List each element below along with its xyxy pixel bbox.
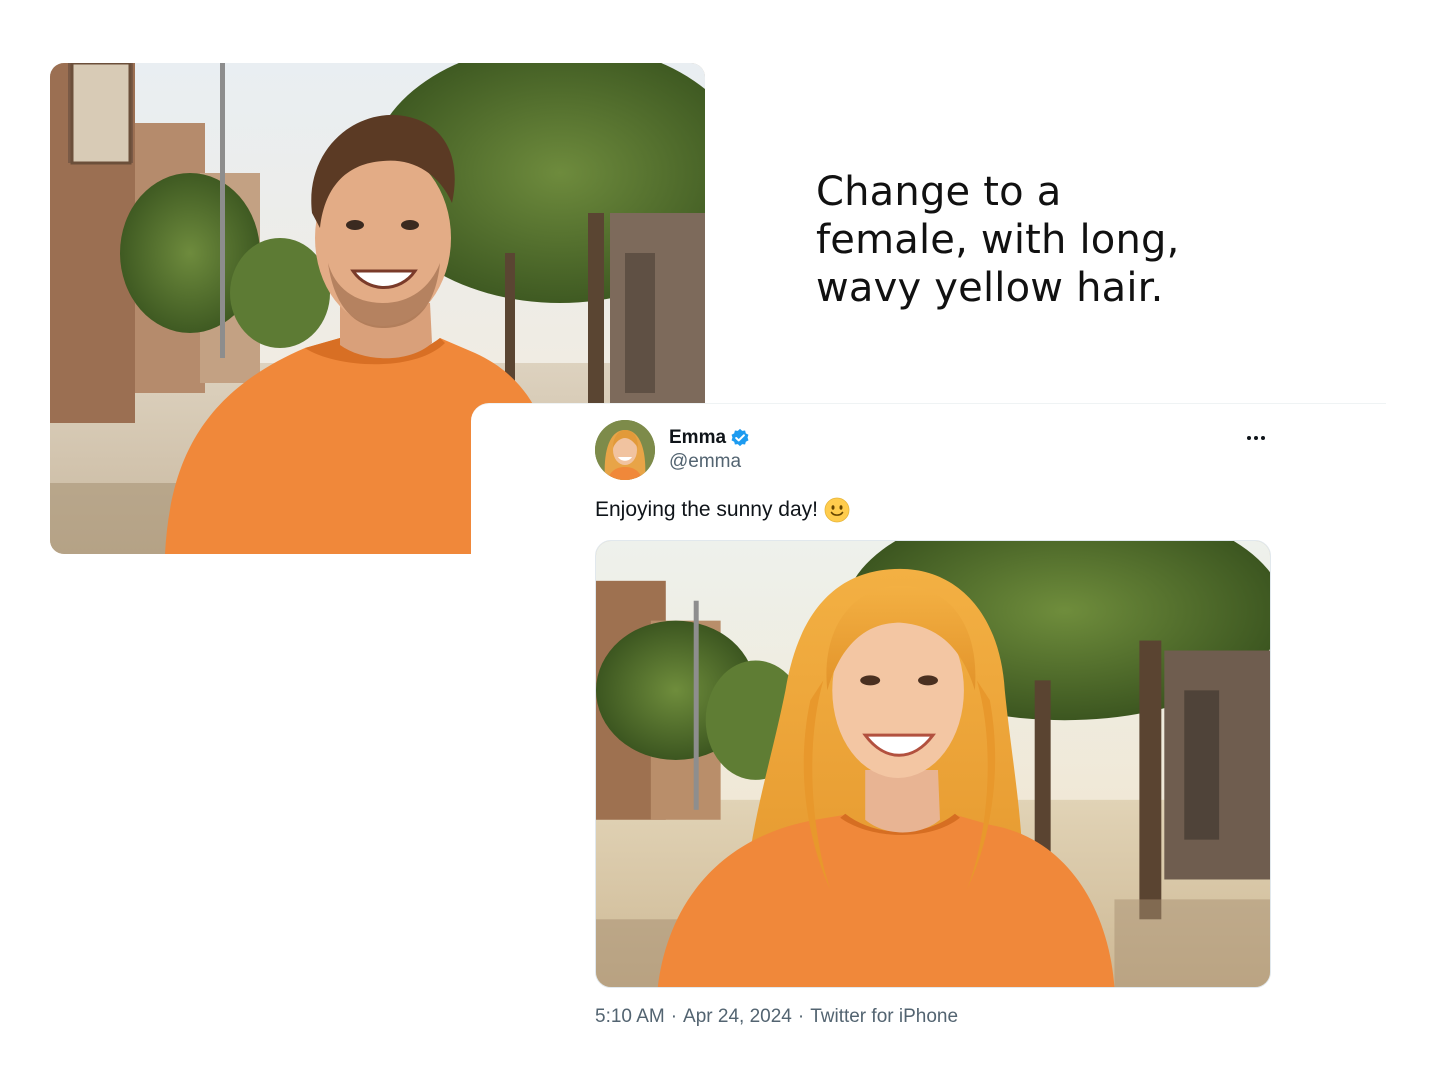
meta-separator: · bbox=[797, 1006, 805, 1027]
more-options-button[interactable] bbox=[1241, 428, 1271, 448]
tweet-source[interactable]: Twitter for iPhone bbox=[810, 1006, 958, 1028]
tweet-header: Emma @emma bbox=[595, 420, 1271, 480]
tweet-media-photo[interactable] bbox=[595, 540, 1271, 988]
instruction-text: Change to a female, with long, wavy yell… bbox=[816, 169, 1180, 311]
display-name[interactable]: Emma bbox=[669, 427, 726, 449]
dot-icon bbox=[1247, 436, 1251, 440]
tweet-meta: 5:10 AM · Apr 24, 2024 · Twitter for iPh… bbox=[595, 1006, 958, 1028]
user-handle[interactable]: @emma bbox=[669, 451, 750, 473]
tweet-date[interactable]: Apr 24, 2024 bbox=[683, 1006, 792, 1028]
avatar[interactable] bbox=[595, 420, 655, 480]
tweet-time[interactable]: 5:10 AM bbox=[595, 1006, 665, 1028]
slightly-smiling-face-icon bbox=[824, 497, 850, 523]
avatar-illustration bbox=[595, 420, 655, 480]
tweet-text: Enjoying the sunny day! bbox=[595, 497, 850, 523]
tweet-text-content: Enjoying the sunny day! bbox=[595, 498, 818, 521]
display-name-row: Emma bbox=[669, 426, 750, 450]
meta-separator: · bbox=[670, 1006, 678, 1027]
dot-icon bbox=[1261, 436, 1265, 440]
dot-icon bbox=[1254, 436, 1258, 440]
tweet-photo-illustration bbox=[596, 541, 1270, 987]
tweet-card: Emma @emma Enjoying the sunny day! 5:10 … bbox=[471, 403, 1386, 1064]
user-block: Emma @emma bbox=[669, 426, 750, 473]
verified-badge-icon bbox=[730, 428, 750, 448]
